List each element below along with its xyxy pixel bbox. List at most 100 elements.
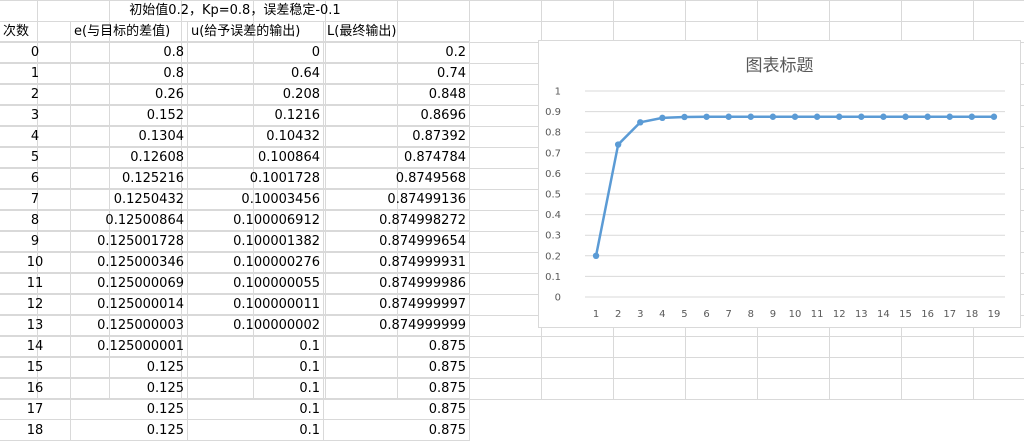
- table-cell[interactable]: 0.125000346: [71, 252, 188, 273]
- data-point[interactable]: [703, 113, 710, 120]
- data-point[interactable]: [968, 113, 976, 120]
- data-point[interactable]: [924, 113, 931, 120]
- table-cell[interactable]: 12: [0, 294, 71, 315]
- table-cell[interactable]: 0.26: [71, 84, 188, 105]
- table-cell[interactable]: 15: [0, 357, 71, 378]
- table-cell[interactable]: 0.125000001: [71, 336, 188, 357]
- table-cell[interactable]: 0.874784: [324, 147, 470, 168]
- data-point[interactable]: [880, 113, 887, 120]
- header-cell[interactable]: e(与目标的差值): [71, 21, 188, 42]
- data-point[interactable]: [614, 141, 622, 148]
- table-cell[interactable]: 0.74: [324, 63, 470, 84]
- table-cell[interactable]: 0.2: [324, 42, 470, 63]
- table-cell[interactable]: 0.874999999: [324, 315, 470, 336]
- sheet-title-cell[interactable]: 初始值0.2，Kp=0.8，误差稳定-0.1: [0, 0, 470, 22]
- table-cell[interactable]: 0.100000276: [188, 252, 324, 273]
- table-cell[interactable]: 5: [0, 147, 71, 168]
- data-point[interactable]: [858, 113, 865, 120]
- table-cell[interactable]: 0.100000055: [188, 273, 324, 294]
- table-cell[interactable]: 0.125216: [71, 168, 188, 189]
- table-cell[interactable]: 0: [188, 42, 324, 63]
- table-cell[interactable]: 1: [0, 63, 71, 84]
- table-cell[interactable]: 0.8749568: [324, 168, 470, 189]
- table-cell[interactable]: 0.152: [71, 105, 188, 126]
- table-cell[interactable]: 0.874998272: [324, 210, 470, 231]
- table-cell[interactable]: 11: [0, 273, 71, 294]
- table-cell[interactable]: 0.8: [71, 42, 188, 63]
- table-cell[interactable]: 4: [0, 126, 71, 147]
- table-cell[interactable]: 0.100000011: [188, 294, 324, 315]
- data-point[interactable]: [791, 113, 799, 120]
- data-point[interactable]: [990, 113, 998, 120]
- table-cell[interactable]: 14: [0, 336, 71, 357]
- table-cell[interactable]: 0.12608: [71, 147, 188, 168]
- data-point[interactable]: [637, 119, 644, 126]
- table-cell[interactable]: 0: [0, 42, 71, 63]
- data-point[interactable]: [592, 252, 600, 259]
- table-cell[interactable]: 0.100006912: [188, 210, 324, 231]
- data-point[interactable]: [902, 113, 909, 120]
- table-cell[interactable]: 0.848: [324, 84, 470, 105]
- header-cell[interactable]: L(最终输出): [324, 21, 470, 42]
- table-cell[interactable]: 0.125001728: [71, 231, 188, 252]
- table-cell[interactable]: 0.208: [188, 84, 324, 105]
- table-cell[interactable]: 0.125: [71, 378, 188, 399]
- table-cell[interactable]: 0.875: [324, 336, 470, 357]
- table-cell[interactable]: 8: [0, 210, 71, 231]
- table-cell[interactable]: 9: [0, 231, 71, 252]
- table-cell[interactable]: 0.87392: [324, 126, 470, 147]
- data-point[interactable]: [836, 113, 843, 120]
- table-cell[interactable]: 0.874999986: [324, 273, 470, 294]
- table-cell[interactable]: 0.874999931: [324, 252, 470, 273]
- table-cell[interactable]: 0.1216: [188, 105, 324, 126]
- header-cell[interactable]: u(给予误差的输出): [188, 21, 324, 42]
- table-cell[interactable]: 0.1001728: [188, 168, 324, 189]
- table-cell[interactable]: 0.874999654: [324, 231, 470, 252]
- table-cell[interactable]: 0.1304: [71, 126, 188, 147]
- table-cell[interactable]: 18: [0, 420, 71, 441]
- table-cell[interactable]: 0.875: [324, 357, 470, 378]
- table-cell[interactable]: 0.125: [71, 420, 188, 441]
- table-cell[interactable]: 0.1: [188, 378, 324, 399]
- table-cell[interactable]: 0.1: [188, 420, 324, 441]
- table-cell[interactable]: 0.125000014: [71, 294, 188, 315]
- table-cell[interactable]: 0.1: [188, 336, 324, 357]
- table-cell[interactable]: 0.12500864: [71, 210, 188, 231]
- data-point[interactable]: [659, 114, 666, 122]
- data-point[interactable]: [946, 113, 953, 120]
- data-point[interactable]: [813, 113, 821, 120]
- table-cell[interactable]: 13: [0, 315, 71, 336]
- table-cell[interactable]: 0.875: [324, 378, 470, 399]
- table-cell[interactable]: 6: [0, 168, 71, 189]
- data-point[interactable]: [747, 113, 754, 120]
- table-cell[interactable]: 0.10003456: [188, 189, 324, 210]
- table-cell[interactable]: 10: [0, 252, 71, 273]
- table-cell[interactable]: 0.8696: [324, 105, 470, 126]
- table-cell[interactable]: 0.125000003: [71, 315, 188, 336]
- line-chart[interactable]: 图表标题 0 0.1 0.2 0.3 0.4 0.5 0.6 0.7 0.8 0.9 1 1 2 3 4 5 6…: [538, 40, 1021, 328]
- table-cell[interactable]: 0.875: [324, 399, 470, 420]
- table-cell[interactable]: 0.100864: [188, 147, 324, 168]
- header-cell[interactable]: 次数: [0, 21, 71, 42]
- table-cell[interactable]: 0.100001382: [188, 231, 324, 252]
- table-cell[interactable]: 3: [0, 105, 71, 126]
- table-cell[interactable]: 16: [0, 378, 71, 399]
- table-cell[interactable]: 0.125000069: [71, 273, 188, 294]
- table-cell[interactable]: 0.125: [71, 357, 188, 378]
- data-point[interactable]: [769, 113, 777, 120]
- data-point[interactable]: [725, 113, 732, 120]
- table-cell[interactable]: 17: [0, 399, 71, 420]
- table-cell[interactable]: 0.1: [188, 399, 324, 420]
- table-cell[interactable]: 0.874999997: [324, 294, 470, 315]
- table-cell[interactable]: 0.875: [324, 420, 470, 441]
- table-cell[interactable]: 0.125: [71, 399, 188, 420]
- table-cell[interactable]: 7: [0, 189, 71, 210]
- data-point[interactable]: [681, 113, 688, 121]
- table-cell[interactable]: 0.64: [188, 63, 324, 84]
- table-cell[interactable]: 0.1: [188, 357, 324, 378]
- table-cell[interactable]: 0.8: [71, 63, 188, 84]
- table-cell[interactable]: 0.1250432: [71, 189, 188, 210]
- table-cell[interactable]: 0.87499136: [324, 189, 470, 210]
- table-cell[interactable]: 0.100000002: [188, 315, 324, 336]
- table-cell[interactable]: 0.10432: [188, 126, 324, 147]
